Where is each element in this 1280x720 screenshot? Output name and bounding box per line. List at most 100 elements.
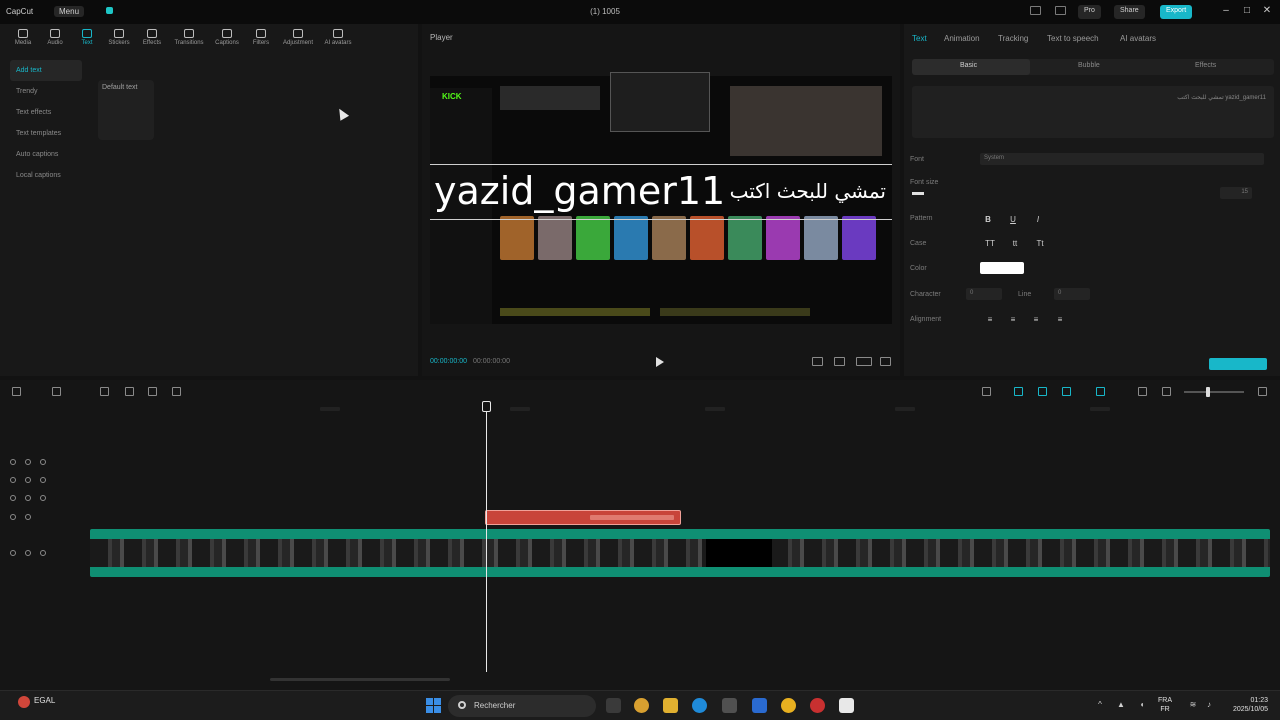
fullscreen-preview-icon[interactable] (812, 357, 823, 366)
tab-tracking[interactable]: Tracking (998, 34, 1028, 43)
system-clock[interactable]: 01:23 2025/10/05 (1222, 696, 1268, 714)
split-icon[interactable] (100, 387, 109, 396)
app-icon[interactable] (752, 698, 767, 713)
fit-icon[interactable] (1138, 387, 1147, 396)
lock-icon[interactable] (10, 495, 16, 501)
taskbar-search[interactable]: Rechercher (448, 695, 596, 717)
split-left-icon[interactable] (125, 387, 134, 396)
font-select[interactable]: System (980, 153, 1264, 165)
close-icon[interactable]: ✕ (1260, 4, 1274, 18)
text-overlay[interactable]: yazid_gamer11 تمشي للبحث اكتب (430, 164, 892, 220)
playhead-line[interactable] (486, 402, 487, 672)
volume-icon[interactable]: ◖ (1137, 700, 1147, 710)
menu-button[interactable]: Menu (54, 6, 85, 17)
preview-axis-icon[interactable] (1062, 387, 1071, 396)
eye-icon[interactable] (25, 495, 31, 501)
tool-filters[interactable]: Filters (244, 29, 278, 46)
track-controls[interactable] (10, 458, 70, 468)
lock-icon[interactable] (10, 477, 16, 483)
tab-text[interactable]: Text (912, 34, 927, 43)
eye-icon[interactable] (25, 514, 31, 520)
tool-stickers[interactable]: Stickers (102, 29, 136, 46)
chrome-icon[interactable] (634, 698, 649, 713)
magnet-icon[interactable] (1014, 387, 1023, 396)
video-preview[interactable]: KICK yazid_gamer11 تمشي للبحث اكتب (430, 66, 892, 324)
align-justify-icon[interactable]: ≡ (1054, 314, 1066, 326)
timeline-ruler[interactable] (90, 404, 1280, 414)
eye-icon[interactable] (25, 477, 31, 483)
lock-icon[interactable] (10, 550, 16, 556)
sidebar-item-auto-captions[interactable]: Auto captions (10, 144, 82, 165)
timeline-scrollbar[interactable] (270, 678, 450, 681)
ratio-icon[interactable] (856, 357, 872, 366)
zoom-slider[interactable] (1184, 391, 1244, 393)
eye-icon[interactable] (25, 459, 31, 465)
subtab-basic[interactable]: Basic (960, 62, 977, 69)
pro-button[interactable]: Pro (1078, 5, 1101, 19)
tool-audio[interactable]: Audio (38, 29, 72, 46)
expand-icon[interactable] (880, 357, 891, 366)
tool-ai-avatars[interactable]: AI avatars (321, 29, 355, 46)
minimize-icon[interactable]: – (1219, 4, 1233, 18)
case-title-icon[interactable]: Tt (1034, 238, 1046, 250)
maximize-icon[interactable]: □ (1240, 4, 1254, 18)
crop-icon[interactable] (834, 357, 845, 366)
case-lower-icon[interactable]: tt (1009, 238, 1021, 250)
audio-icon[interactable] (40, 459, 46, 465)
text-content-input[interactable]: تمشي للبحث اكتب yazid_gamer11 (912, 86, 1274, 138)
tab-ai-avatars[interactable]: AI avatars (1120, 34, 1156, 43)
align-left-icon[interactable]: ≡ (984, 314, 996, 326)
capcut-taskbar-icon[interactable] (839, 698, 854, 713)
tool-effects[interactable]: Effects (135, 29, 169, 46)
file-explorer-icon[interactable] (663, 698, 678, 713)
start-button[interactable] (426, 698, 441, 713)
audio-icon[interactable] (40, 477, 46, 483)
subtab-effects[interactable]: Effects (1195, 62, 1216, 69)
subtab-bubble[interactable]: Bubble (1078, 62, 1100, 69)
app-icon[interactable] (781, 698, 796, 713)
zoom-out-icon[interactable] (1162, 387, 1171, 396)
underline-icon[interactable]: U (1007, 214, 1019, 226)
select-tool-icon[interactable] (12, 387, 21, 396)
share-button[interactable]: Share (1114, 5, 1145, 19)
sidebar-item-local-captions[interactable]: Local captions (10, 165, 82, 186)
default-text-card[interactable]: Default text (98, 80, 154, 140)
lock-icon[interactable] (10, 514, 16, 520)
export-button[interactable]: Export (1160, 5, 1193, 19)
store-icon[interactable] (722, 698, 737, 713)
character-spacing-input[interactable]: 0 (966, 288, 1002, 300)
align-center-icon[interactable]: ≡ (1007, 314, 1019, 326)
audio-icon[interactable] (40, 495, 46, 501)
align-right-icon[interactable]: ≡ (1030, 314, 1042, 326)
zoom-in-icon[interactable] (1258, 387, 1267, 396)
layout-icon[interactable] (1030, 6, 1041, 15)
snap-icon[interactable] (1096, 387, 1105, 396)
split-right-icon[interactable] (148, 387, 157, 396)
font-size-slider[interactable] (912, 192, 924, 195)
track-controls[interactable] (10, 549, 70, 559)
tool-transitions[interactable]: Transitions (172, 29, 206, 46)
text-clip[interactable] (485, 510, 681, 525)
sidebar-item-text-templates[interactable]: Text templates (10, 123, 82, 144)
language-indicator[interactable]: FRA FR (1158, 696, 1172, 714)
link-icon[interactable] (1038, 387, 1047, 396)
sidebar-item-trendy[interactable]: Trendy (10, 81, 82, 102)
shortcut-icon[interactable] (1055, 6, 1066, 15)
record-audio-icon[interactable] (982, 387, 991, 396)
task-view-icon[interactable] (606, 698, 621, 713)
tool-media[interactable]: Media (6, 29, 40, 46)
playhead-handle[interactable] (482, 401, 491, 412)
undo-icon[interactable] (52, 387, 61, 396)
network-icon[interactable]: ▲ (1116, 700, 1126, 710)
case-upper-icon[interactable]: TT (984, 238, 996, 250)
speaker-icon[interactable]: ♪ (1204, 700, 1214, 710)
video-clip[interactable] (90, 529, 1270, 577)
eye-icon[interactable] (25, 550, 31, 556)
bold-icon[interactable]: B (982, 214, 994, 226)
audio-icon[interactable] (40, 550, 46, 556)
tab-text-to-speech[interactable]: Text to speech (1047, 34, 1099, 43)
chevron-up-icon[interactable]: ^ (1095, 700, 1105, 710)
project-name[interactable] (106, 7, 117, 15)
delete-icon[interactable] (172, 387, 181, 396)
track-controls[interactable] (10, 494, 70, 504)
